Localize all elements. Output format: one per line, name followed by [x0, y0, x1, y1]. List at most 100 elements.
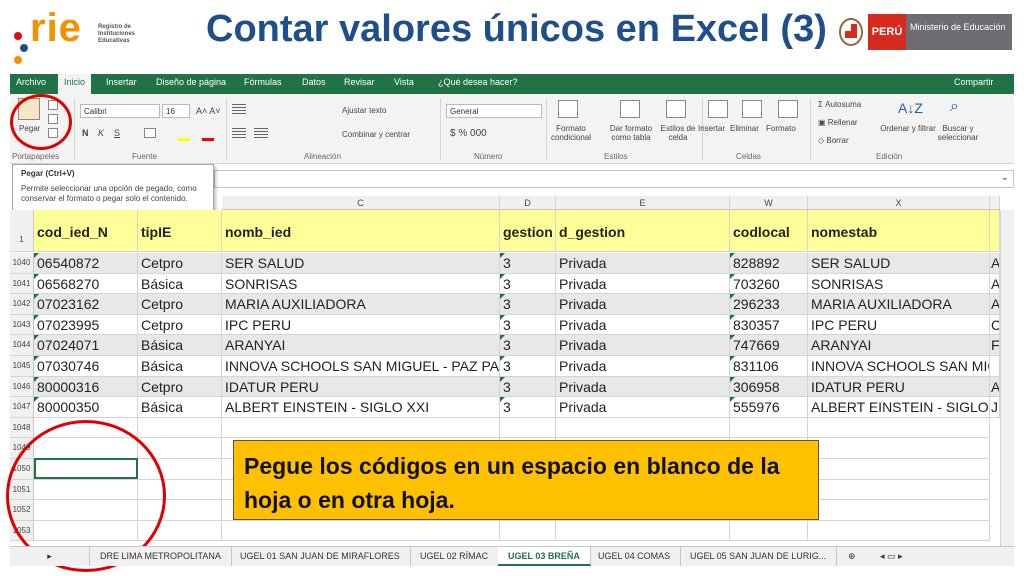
- conditional-format-icon[interactable]: [558, 100, 578, 118]
- row-header[interactable]: 1044: [10, 335, 34, 356]
- empty-cell[interactable]: [730, 417, 808, 439]
- tab-formulas[interactable]: Fórmulas: [244, 77, 282, 87]
- table-cell[interactable]: Privada: [556, 397, 730, 418]
- table-cell-partial[interactable]: J: [990, 397, 1000, 418]
- empty-cell[interactable]: [808, 459, 990, 480]
- table-cell-partial[interactable]: F: [990, 335, 1000, 356]
- font-name-select[interactable]: Calibri: [80, 104, 160, 118]
- search-icon[interactable]: ⌕: [950, 98, 959, 116]
- vertical-scrollbar[interactable]: [1000, 210, 1014, 546]
- font-size-select[interactable]: 16: [162, 104, 190, 118]
- empty-cell[interactable]: [500, 417, 556, 439]
- merge-center-button[interactable]: Combinar y centrar: [342, 130, 410, 139]
- table-cell[interactable]: INNOVA SCHOOLS SAN MIGUEL - PAZ PALMA: [222, 356, 500, 377]
- table-cell[interactable]: 07023995: [34, 314, 138, 336]
- table-cell[interactable]: 831106: [730, 356, 808, 377]
- table-cell[interactable]: 06540872: [34, 253, 138, 274]
- tab-vista[interactable]: Vista: [394, 77, 414, 87]
- delete-cells-button[interactable]: Eliminar: [730, 124, 759, 133]
- table-cell[interactable]: IPC PERU: [222, 314, 500, 336]
- sheet-tab[interactable]: UGEL 01 SAN JUAN DE MIRAFLORES: [230, 547, 411, 566]
- table-cell[interactable]: 80000316: [34, 376, 138, 398]
- table-cell[interactable]: Privada: [556, 335, 730, 356]
- column-header-partial[interactable]: [990, 196, 1000, 210]
- table-cell-partial[interactable]: A: [990, 273, 1000, 295]
- column-header-w[interactable]: W: [730, 196, 808, 210]
- table-cell[interactable]: Privada: [556, 356, 730, 377]
- table-cell[interactable]: Privada: [556, 273, 730, 295]
- clear-button[interactable]: ◇ Borrar: [818, 136, 849, 145]
- table-cell[interactable]: 3: [500, 294, 556, 315]
- empty-cell[interactable]: [222, 520, 500, 542]
- row-header[interactable]: 1048: [10, 417, 34, 439]
- font-color-icon[interactable]: [202, 138, 214, 141]
- italic-button[interactable]: K: [98, 128, 104, 138]
- format-cells-button[interactable]: Formato: [766, 124, 796, 133]
- table-cell[interactable]: 703260: [730, 273, 808, 295]
- table-cell[interactable]: IDATUR PERU: [222, 376, 500, 398]
- table-cell[interactable]: 3: [500, 335, 556, 356]
- header-cell-partial[interactable]: [990, 210, 1000, 252]
- empty-cell[interactable]: [500, 520, 556, 542]
- column-header-d[interactable]: D: [500, 196, 556, 210]
- row-header[interactable]: 1047: [10, 397, 34, 418]
- table-cell[interactable]: INNOVA SCHOOLS SAN MIGUEL: [808, 356, 990, 377]
- format-table-icon[interactable]: [620, 100, 640, 118]
- cell-styles-button[interactable]: Estilos de celda: [658, 124, 698, 142]
- table-cell[interactable]: SONRISAS: [808, 273, 990, 295]
- row-header[interactable]: 1042: [10, 294, 34, 315]
- empty-cell[interactable]: [138, 417, 222, 439]
- table-cell[interactable]: 306958: [730, 376, 808, 398]
- row-header[interactable]: 1: [10, 210, 34, 252]
- table-cell[interactable]: 80000350: [34, 397, 138, 418]
- table-cell[interactable]: 3: [500, 273, 556, 295]
- table-cell[interactable]: ALBERT EINSTEIN - SIGLO XXI: [222, 397, 500, 418]
- header-cell[interactable]: d_gestion: [556, 210, 730, 252]
- format-cells-icon[interactable]: [778, 100, 798, 118]
- share-button[interactable]: Compartir: [954, 77, 994, 87]
- table-cell[interactable]: 07024071: [34, 335, 138, 356]
- table-cell[interactable]: 07030746: [34, 356, 138, 377]
- sheet-tab[interactable]: UGEL 04 COMAS: [588, 547, 682, 566]
- header-cell[interactable]: cod_ied_N: [34, 210, 138, 252]
- header-cell[interactable]: gestion: [500, 210, 556, 252]
- insert-cells-button[interactable]: Insertar: [698, 124, 725, 133]
- fill-color-icon[interactable]: [178, 138, 190, 141]
- table-cell[interactable]: 07023162: [34, 294, 138, 315]
- table-cell[interactable]: SER SALUD: [808, 253, 990, 274]
- row-header[interactable]: 1043: [10, 314, 34, 336]
- table-cell[interactable]: 3: [500, 376, 556, 398]
- table-cell[interactable]: 3: [500, 253, 556, 274]
- empty-cell[interactable]: [808, 500, 990, 521]
- table-cell[interactable]: 06568270: [34, 273, 138, 295]
- table-cell-partial[interactable]: [990, 356, 1000, 377]
- empty-cell[interactable]: [730, 520, 808, 542]
- column-header-c[interactable]: C: [222, 196, 500, 210]
- sort-filter-icon[interactable]: A↓Z: [898, 100, 923, 116]
- empty-cell[interactable]: [222, 417, 500, 439]
- table-cell[interactable]: MARIA AUXILIADORA: [808, 294, 990, 315]
- header-cell[interactable]: nomb_ied: [222, 210, 500, 252]
- table-cell[interactable]: Privada: [556, 253, 730, 274]
- align-top-icon[interactable]: [232, 104, 246, 114]
- empty-cell[interactable]: [808, 479, 990, 501]
- cell-styles-icon[interactable]: [666, 100, 686, 118]
- sheet-tab-active[interactable]: UGEL 03 BREÑA: [498, 547, 591, 566]
- tab-archivo[interactable]: Archivo: [16, 77, 46, 87]
- column-header-x[interactable]: X: [808, 196, 990, 210]
- table-cell[interactable]: ARANYAI: [808, 335, 990, 356]
- table-cell[interactable]: SONRISAS: [222, 273, 500, 295]
- table-cell[interactable]: Básica: [138, 356, 222, 377]
- add-sheet-icon[interactable]: ⊕: [838, 547, 866, 566]
- table-cell[interactable]: 3: [500, 356, 556, 377]
- header-cell[interactable]: tipIE: [138, 210, 222, 252]
- table-cell[interactable]: Cetpro: [138, 294, 222, 315]
- table-cell[interactable]: Privada: [556, 314, 730, 336]
- row-header[interactable]: 1040: [10, 253, 34, 274]
- bold-button[interactable]: N: [82, 128, 89, 138]
- format-table-button[interactable]: Dar formato como tabla: [604, 124, 658, 142]
- formula-bar[interactable]: ⌄: [214, 170, 1014, 188]
- autosum-button[interactable]: Σ Autosuma: [818, 100, 861, 109]
- row-header[interactable]: 1045: [10, 356, 34, 377]
- tab-insertar[interactable]: Insertar: [106, 77, 137, 87]
